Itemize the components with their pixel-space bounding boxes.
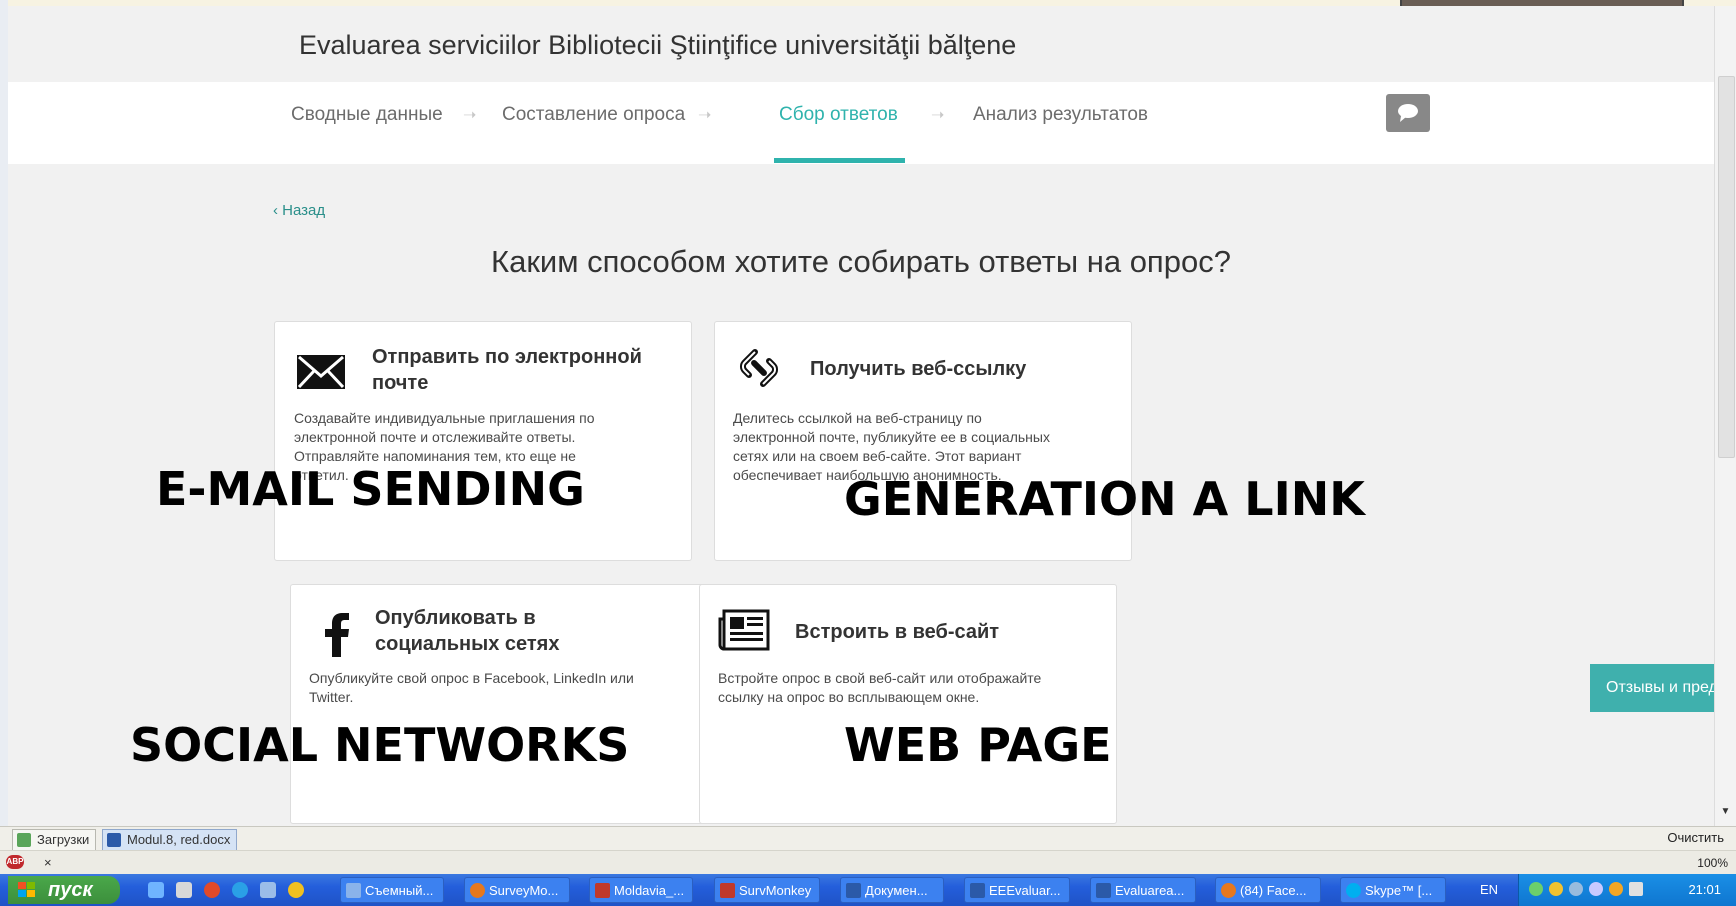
word-icon [846, 883, 861, 898]
newspaper-icon [718, 609, 770, 656]
firefox-icon [470, 883, 485, 898]
language-indicator[interactable]: EN [1480, 882, 1498, 897]
overlay-label-social: SOCIAL NETWORKS [130, 718, 630, 772]
tab-collect-responses[interactable]: Сбор ответов [779, 104, 898, 126]
powerpoint-icon [595, 883, 610, 898]
collect-question-heading: Каким способом хотите собирать ответы на… [491, 244, 1231, 279]
back-label: Назад [282, 202, 326, 219]
active-tab-indicator [774, 158, 905, 163]
comment-button[interactable] [1386, 94, 1430, 132]
taskbar-item-facebook[interactable]: (84) Face... [1215, 877, 1321, 903]
arrow-right-icon: ➝ [698, 107, 712, 124]
clear-downloads-button[interactable]: Очистить [1667, 830, 1724, 845]
envelope-icon [295, 352, 347, 397]
tray-monitor-icon[interactable] [1629, 882, 1643, 896]
taskbar-item-moldavia[interactable]: Moldavia_... [589, 877, 693, 903]
facebook-icon [321, 613, 351, 662]
tray-network-icon[interactable] [1529, 882, 1543, 896]
tray-app-icon[interactable] [1589, 882, 1603, 896]
overlay-label-web: WEB PAGE [844, 718, 1112, 772]
start-button[interactable]: пуск [8, 876, 120, 904]
downloads-button[interactable]: Загрузки [12, 829, 97, 851]
taskbar-item-survmonkey[interactable]: SurvMonkey [714, 877, 820, 903]
email-option-card[interactable]: Отправить по электронной почте Создавайт… [274, 321, 692, 561]
taskbar-item-document[interactable]: Докумен... [840, 877, 944, 903]
scroll-down-arrow-icon[interactable]: ▼ [1717, 806, 1734, 822]
card-title: Опубликовать в социальных сетях [375, 607, 560, 655]
tray-power-icon[interactable] [1609, 882, 1623, 896]
scrollbar-thumb[interactable] [1718, 76, 1735, 458]
download-icon [17, 833, 31, 847]
browser-status-bar: ABP × 100% [0, 850, 1736, 875]
taskbar-item-removable[interactable]: Съемный... [340, 877, 444, 903]
page-title: Evaluarea serviciilor Bibliotecii Ştiinţ… [299, 30, 1017, 60]
arrow-right-icon: ➝ [463, 107, 477, 124]
social-option-card[interactable]: Опубликовать в социальных сетях Опублику… [290, 584, 706, 824]
start-label: пуск [48, 879, 93, 901]
windows-taskbar: пуск Съемный... SurveyMo... Moldavia_...… [0, 874, 1736, 906]
feedback-tab[interactable]: Отзывы и пред [1590, 664, 1714, 712]
chrome-icon[interactable] [288, 882, 304, 898]
network-icon[interactable] [148, 882, 164, 898]
windows-logo-icon [18, 882, 35, 897]
downloads-label: Загрузки [37, 832, 90, 847]
card-description: Опубликуйте свой опрос в Facebook, Linke… [309, 670, 634, 705]
zoom-level[interactable]: 100% [1697, 856, 1728, 870]
embed-option-card[interactable]: Встроить в веб-сайт Встройте опрос в сво… [699, 584, 1117, 824]
overlay-label-email: E-MAIL SENDING [156, 462, 585, 516]
vertical-scrollbar[interactable]: ▼ [1714, 6, 1736, 826]
survey-app: Evaluarea serviciilor Bibliotecii Ştiinţ… [8, 6, 1714, 826]
link-icon [733, 342, 785, 399]
tray-warning-icon[interactable] [1549, 882, 1563, 896]
taskbar-item-evaluarea[interactable]: Evaluarea... [1090, 877, 1196, 903]
title-bar: Evaluarea serviciilor Bibliotecii Ştiinţ… [8, 6, 1714, 82]
back-link[interactable]: ‹ Назад [273, 202, 325, 219]
speech-bubble-icon [1398, 104, 1418, 122]
card-title: Получить веб-ссылку [810, 358, 1027, 380]
word-icon [970, 883, 985, 898]
calendar-icon[interactable] [176, 882, 192, 898]
desktop-icon[interactable] [260, 882, 276, 898]
folder-icon [346, 883, 361, 898]
download-item-docx[interactable]: Modul.8, red.docx [102, 829, 238, 851]
overlay-label-link: GENERATION A LINK [844, 472, 1365, 526]
word-icon [1096, 883, 1111, 898]
firefox-icon [1221, 883, 1236, 898]
tray-volume-icon[interactable] [1569, 882, 1583, 896]
download-filename: Modul.8, red.docx [127, 832, 231, 847]
taskbar-item-surveymonkey[interactable]: SurveyMo... [464, 877, 570, 903]
card-title: Встроить в веб-сайт [795, 621, 1000, 643]
browser-frame-left [0, 0, 8, 830]
tab-summary[interactable]: Сводные данные [291, 104, 443, 126]
tab-design-survey[interactable]: Составление опроса [502, 104, 685, 126]
taskbar-item-skype[interactable]: Skype™ [... [1340, 877, 1446, 903]
chevron-left-icon: ‹ [273, 202, 278, 219]
opera-icon[interactable] [204, 882, 220, 898]
powerpoint-icon [720, 883, 735, 898]
word-document-icon [107, 833, 121, 847]
arrow-right-icon: ➝ [931, 107, 945, 124]
internet-explorer-icon[interactable] [232, 882, 248, 898]
tab-analyze-results[interactable]: Анализ результатов [973, 104, 1148, 126]
adblock-icon[interactable]: ABP [6, 855, 24, 869]
step-navigation: Сводные данные ➝ Составление опроса ➝ Сб… [8, 82, 1714, 164]
card-description: Встройте опрос в свой веб-сайт или отобр… [718, 670, 1042, 705]
clock[interactable]: 21:01 [1688, 882, 1721, 897]
skype-icon [1346, 883, 1361, 898]
close-icon[interactable]: × [44, 855, 52, 870]
system-tray: 21:01 [1518, 874, 1736, 906]
card-title: Отправить по электронной почте [372, 346, 642, 394]
downloads-bar: Загрузки Modul.8, red.docx Очистить [0, 826, 1736, 851]
taskbar-item-eeevaluar[interactable]: EEEvaluar... [964, 877, 1070, 903]
